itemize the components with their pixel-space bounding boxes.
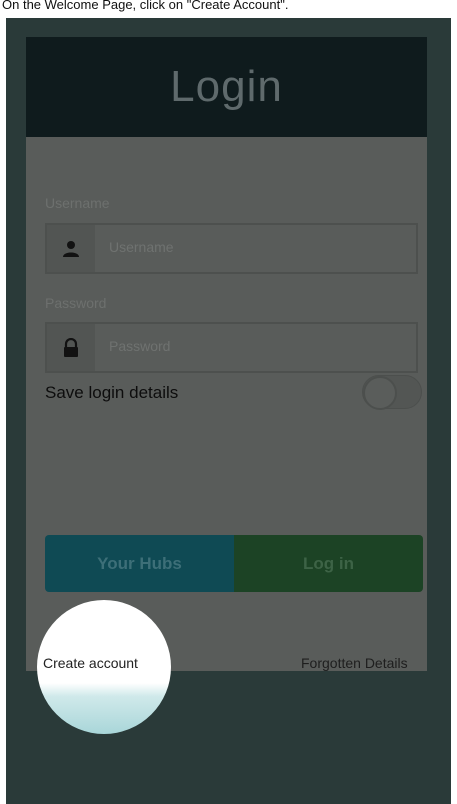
user-icon-cell — [47, 225, 95, 272]
your-hubs-button[interactable]: Your Hubs — [45, 535, 234, 592]
user-icon — [63, 240, 79, 257]
login-header: Login — [26, 37, 427, 137]
username-field[interactable]: Username — [45, 223, 418, 274]
password-label: Password — [45, 295, 107, 311]
instruction-text: On the Welcome Page, click on "Create Ac… — [0, 0, 457, 18]
forgotten-details-link[interactable]: Forgotten Details — [301, 655, 408, 671]
page-title: Login — [170, 62, 283, 111]
password-placeholder: Password — [109, 338, 171, 354]
log-in-button[interactable]: Log in — [234, 535, 423, 592]
phone-screen: Login Username Username Password Passwor… — [6, 18, 451, 804]
username-placeholder: Username — [109, 239, 174, 255]
create-account-link[interactable]: Create account — [43, 655, 138, 671]
lock-icon-cell — [47, 324, 95, 371]
login-card: Username Username Password Password Save… — [26, 137, 427, 671]
password-field[interactable]: Password — [45, 322, 418, 373]
create-account-spotlight: Create account — [37, 600, 171, 734]
username-label: Username — [45, 195, 110, 211]
save-login-toggle[interactable] — [362, 375, 422, 410]
lock-icon — [64, 337, 78, 357]
toggle-knob — [363, 376, 397, 410]
save-login-label: Save login details — [45, 383, 179, 402]
